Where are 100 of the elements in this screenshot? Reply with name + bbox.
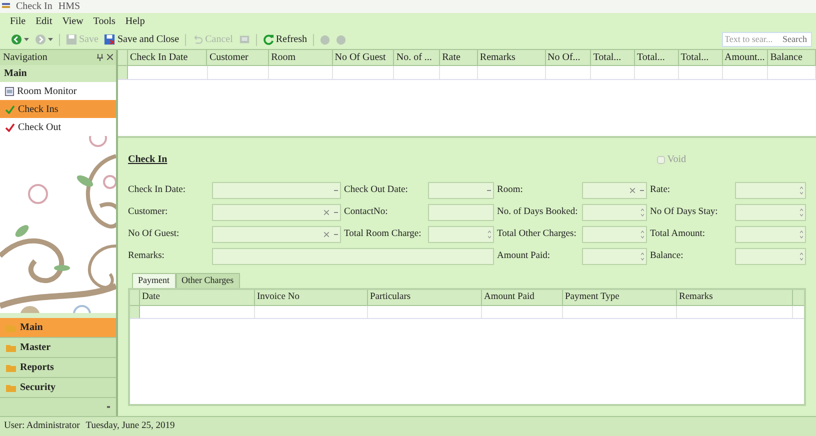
column-header[interactable]: Remarks (478, 50, 546, 65)
combo-field[interactable] (212, 226, 341, 243)
round-icon (336, 34, 346, 44)
spin-field[interactable] (735, 204, 806, 221)
column-header[interactable]: Invoice No (255, 290, 368, 305)
app-name: HMS (58, 0, 80, 14)
spin-field[interactable] (582, 226, 647, 243)
filter-row[interactable] (118, 66, 816, 80)
date-field[interactable] (428, 182, 494, 199)
nav-item[interactable]: Check Ins (0, 100, 116, 118)
column-header[interactable]: Amount... (722, 50, 768, 65)
field-label: Room: (497, 184, 524, 198)
status-user: User: Administrator (4, 420, 80, 434)
save-close-button[interactable]: Save and Close (101, 32, 182, 47)
back-icon (11, 34, 22, 45)
app-icon (2, 3, 10, 10)
nav-item[interactable]: Room Monitor (0, 82, 116, 100)
nav-group-button[interactable]: Main (0, 318, 116, 338)
text-field[interactable] (428, 204, 494, 221)
column-header[interactable]: Rate (440, 50, 478, 65)
field-label: No Of Guest: (128, 228, 180, 242)
column-header[interactable]: Balance (768, 50, 816, 65)
field-label: Remarks: (128, 250, 166, 264)
nav-group-button[interactable]: Security (0, 378, 116, 398)
folder-icon (6, 364, 16, 372)
search-button[interactable]: Search (778, 32, 811, 46)
window-title: Check In (16, 0, 52, 14)
group-header[interactable]: Main (0, 65, 116, 82)
nav-group-button[interactable]: Reports (0, 358, 116, 378)
tab[interactable]: Other Charges (176, 273, 240, 288)
void-label: Void (667, 153, 686, 167)
clear-icon (324, 210, 329, 215)
window-icon (5, 86, 14, 96)
nav-item[interactable]: Check Out (0, 118, 116, 136)
refresh-icon (262, 34, 274, 45)
column-header[interactable]: Amount Paid (482, 290, 563, 305)
spinner-icon (800, 252, 803, 261)
column-header[interactable]: No Of... (546, 50, 592, 65)
forward-icon (35, 34, 46, 45)
panel-title: Navigation (3, 51, 48, 65)
column-header[interactable]: Payment Type (563, 290, 677, 305)
new-row[interactable] (130, 306, 804, 319)
combo-field[interactable] (582, 182, 647, 199)
folder-icon (6, 344, 16, 352)
column-header[interactable]: Total... (678, 50, 722, 65)
close-icon[interactable] (107, 54, 113, 60)
field-label: ContactNo: (344, 206, 389, 220)
nav-item-label: Check Out (18, 120, 62, 134)
column-header[interactable]: Customer (207, 50, 270, 65)
tab[interactable]: Payment (132, 273, 176, 288)
column-header[interactable]: Remarks (677, 290, 793, 305)
column-header[interactable]: Check In Date (128, 50, 208, 65)
spinner-icon (800, 230, 803, 239)
round-icon (320, 34, 330, 44)
spin-field[interactable] (582, 204, 647, 221)
field-label: No. of Days Booked: (497, 206, 579, 220)
pin-icon[interactable] (97, 54, 103, 61)
document-icon (238, 34, 250, 45)
nav-group-button[interactable]: Master (0, 338, 116, 358)
combo-field[interactable] (212, 204, 341, 221)
column-header[interactable]: Date (140, 290, 255, 305)
spin-field[interactable] (428, 226, 494, 243)
text-field[interactable] (212, 248, 494, 265)
field-label: Total Room Charge: (344, 228, 422, 242)
spin-field[interactable] (735, 182, 806, 199)
spin-field[interactable] (735, 248, 806, 265)
spinner-icon (641, 252, 644, 261)
menu-item[interactable]: File (10, 14, 26, 29)
refresh-button[interactable]: Refresh (260, 32, 310, 47)
clear-icon (324, 232, 329, 237)
undo-icon (192, 34, 204, 45)
field-label: Amount Paid: (497, 250, 552, 264)
field-label: No Of Days Stay: (650, 206, 719, 220)
dropdown-arrow-icon (48, 38, 53, 41)
spin-field[interactable] (582, 248, 647, 265)
field-label: Check Out Date: (344, 184, 409, 198)
spinner-icon (800, 186, 803, 195)
column-header[interactable]: No. of ... (394, 50, 440, 65)
spin-field[interactable] (735, 226, 806, 243)
search-field[interactable]: Text to sear... Search (722, 32, 812, 47)
menu-item[interactable]: Edit (36, 14, 52, 29)
nav-item-label: Room Monitor (17, 84, 77, 98)
clear-icon (630, 188, 635, 193)
menu-item[interactable]: Tools (93, 14, 116, 29)
column-header[interactable]: No Of Guest (332, 50, 394, 65)
spinner-icon (488, 230, 491, 239)
column-header[interactable]: Particulars (368, 290, 482, 305)
field-label: Check In Date: (128, 184, 187, 198)
nav-item-label: Check Ins (18, 102, 58, 116)
menu-item[interactable]: View (62, 14, 84, 29)
column-header[interactable]: Total... (635, 50, 679, 65)
form-title: Check In (128, 153, 168, 167)
search-input[interactable]: Text to sear... (722, 32, 778, 46)
field-label: Customer: (128, 206, 169, 220)
column-header[interactable]: Total... (591, 50, 635, 65)
menu-item[interactable]: Help (125, 14, 145, 29)
column-header[interactable]: Room (269, 50, 333, 65)
field-label: Total Amount: (650, 228, 706, 242)
date-field[interactable] (212, 182, 341, 199)
dropdown-arrow-icon (24, 38, 29, 41)
